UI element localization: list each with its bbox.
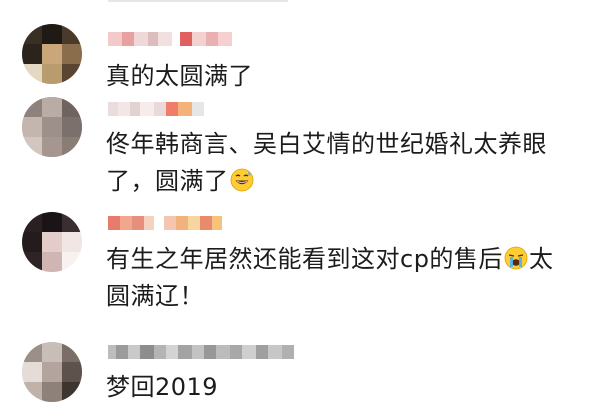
avatar[interactable] xyxy=(22,24,82,84)
comment-text-main: 佟年韩商言、吴白艾情的世纪婚礼太养眼了，圆满了 xyxy=(106,130,547,195)
avatar[interactable] xyxy=(22,212,82,272)
avatar[interactable] xyxy=(22,342,82,402)
comment-text: 佟年韩商言、吴白艾情的世纪婚礼太养眼了，圆满了 xyxy=(106,126,576,200)
comment-text: 有生之年居然还能看到这对cp的售后 太圆满辽！ xyxy=(106,241,576,315)
username[interactable] xyxy=(108,100,204,118)
avatar-image xyxy=(22,97,82,157)
top-divider xyxy=(108,0,288,2)
grinning-sweat-emoji xyxy=(230,168,253,192)
avatar-image xyxy=(22,342,82,402)
username[interactable] xyxy=(108,30,232,48)
avatar[interactable] xyxy=(22,97,82,157)
username[interactable] xyxy=(108,343,294,361)
comment-text-main: 有生之年居然还能看到这对cp的售后 xyxy=(106,245,503,273)
comment-text: 梦回2019 xyxy=(106,373,219,401)
avatar-image xyxy=(22,212,82,272)
crying-emoji xyxy=(504,246,528,270)
username[interactable] xyxy=(108,214,222,232)
avatar-image xyxy=(22,24,82,84)
comment-text: 真的太圆满了 xyxy=(106,62,253,90)
